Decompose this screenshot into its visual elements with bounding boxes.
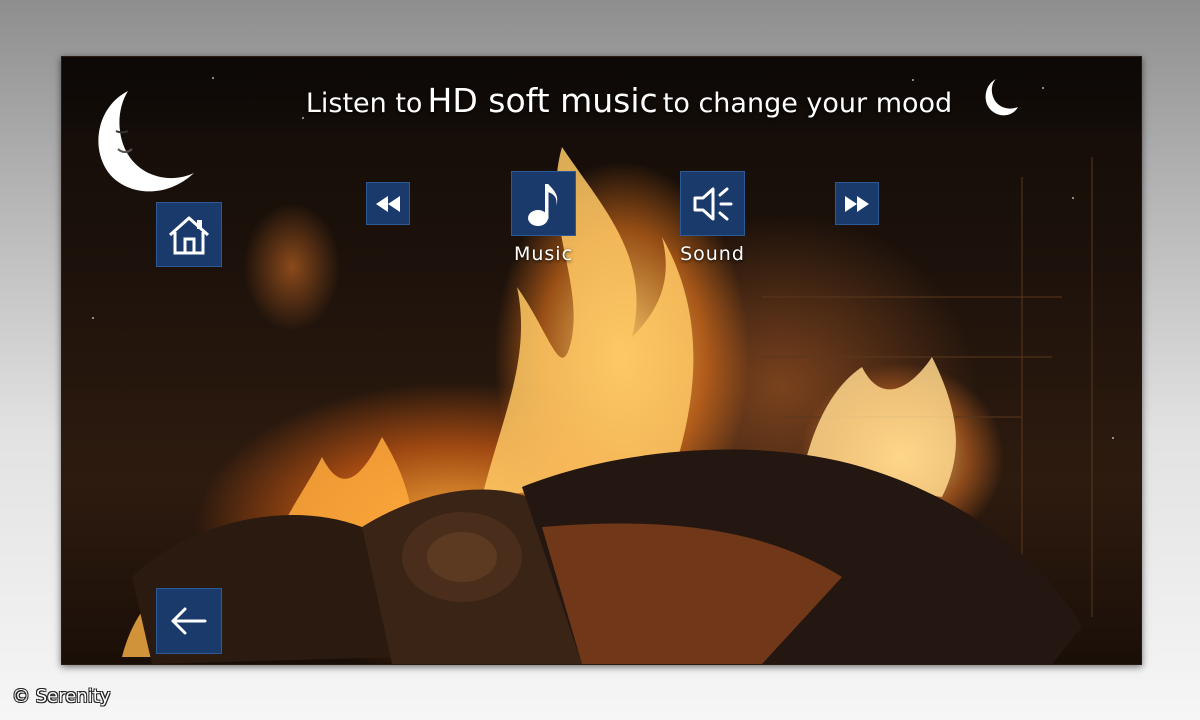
- music-label: Music: [513, 243, 574, 265]
- music-note-icon: [527, 183, 557, 226]
- home-icon: [168, 216, 210, 254]
- headline: Listen to HD soft music to change your m…: [239, 81, 1019, 120]
- headline-part-1: Listen to: [305, 88, 423, 119]
- headline-part-2: HD soft music: [427, 81, 658, 120]
- copyright-watermark: © Serenity: [12, 686, 111, 707]
- speaker-icon: [693, 187, 732, 220]
- star: [1072, 197, 1074, 199]
- fast-forward-button[interactable]: [835, 182, 879, 225]
- fast-forward-icon: [845, 195, 869, 212]
- rewind-button[interactable]: [366, 182, 410, 225]
- star: [1112, 437, 1114, 439]
- headline-part-3: to change your mood: [662, 88, 953, 119]
- sound-label: Sound: [680, 243, 745, 265]
- star: [92, 317, 94, 319]
- crescent-moon-face-icon: [88, 87, 198, 197]
- star: [212, 77, 214, 79]
- home-button[interactable]: [156, 202, 222, 267]
- back-arrow-icon: [171, 607, 207, 635]
- fireplace-scene: [122, 147, 1093, 664]
- music-button[interactable]: [511, 171, 576, 236]
- rewind-icon: [376, 195, 400, 212]
- crescent-moon-icon: [980, 77, 1020, 117]
- star: [1042, 87, 1044, 89]
- back-button[interactable]: [156, 588, 222, 654]
- fireplace-screen: Listen to HD soft music to change your m…: [61, 56, 1142, 665]
- sound-button[interactable]: [680, 171, 745, 236]
